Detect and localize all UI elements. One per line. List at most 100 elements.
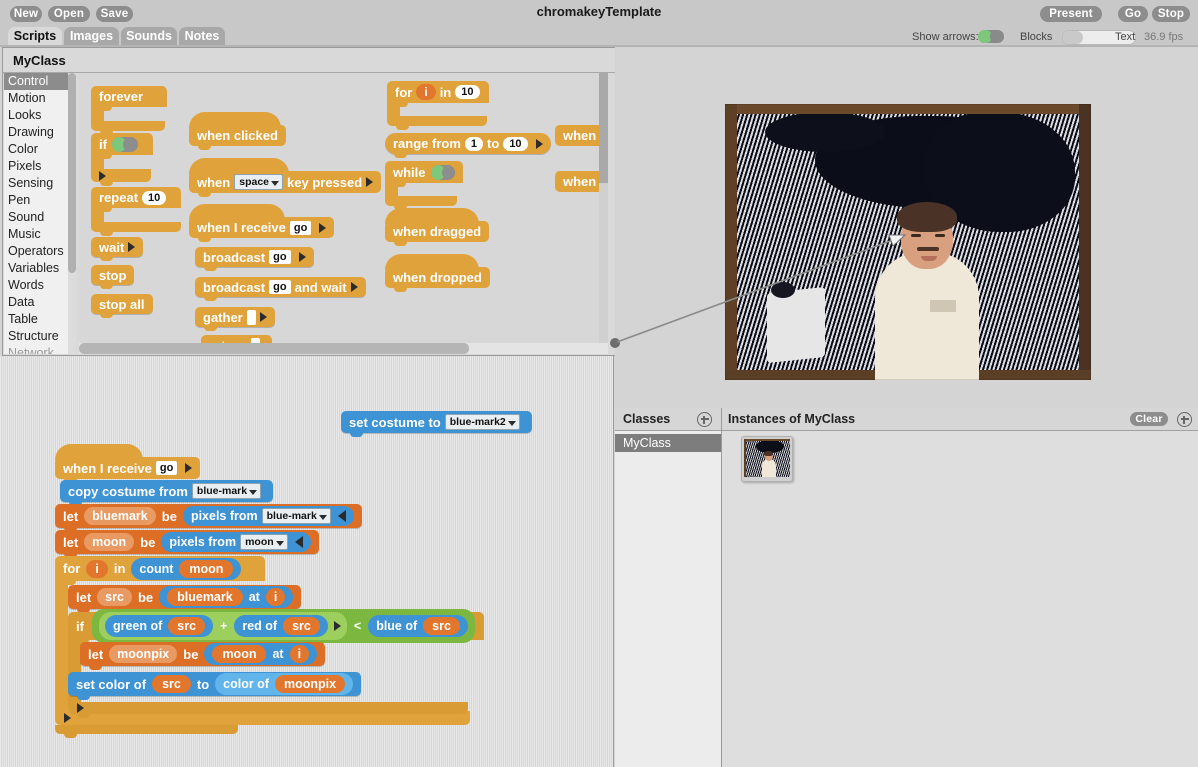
block-palette[interactable]: forever if repeat 10 wait stop stop all … [79,73,608,354]
category-data[interactable]: Data [4,294,76,311]
reporter-source[interactable]: bluemark [167,588,243,606]
variable-name[interactable]: bluemark [84,507,156,525]
category-list[interactable]: Control Motion Looks Drawing Color Pixel… [4,73,76,354]
reporter-index[interactable]: i [265,588,286,606]
stage-area[interactable] [615,47,1198,408]
show-arrows-toggle[interactable] [978,30,1004,43]
category-sound[interactable]: Sound [4,209,76,226]
collapse-arrow-icon[interactable] [294,536,303,548]
tab-images[interactable]: Images [64,27,119,46]
plus-circle-icon[interactable] [1177,412,1192,427]
reporter-argument[interactable]: src [423,617,460,635]
input-slot[interactable] [246,309,256,325]
expand-arrow-icon[interactable] [99,171,106,181]
category-scrollbar[interactable] [68,73,76,354]
operator-plus[interactable]: green of src + red of src [98,612,347,640]
category-control[interactable]: Control [4,73,76,90]
palette-block-stop[interactable]: stop [91,265,135,289]
message-field[interactable]: go [289,220,312,235]
expand-arrow-icon[interactable] [350,282,358,292]
reporter-green-of[interactable]: green of src [104,615,214,637]
reporter-argument[interactable]: moon [179,559,234,578]
script-hat-when-i-receive[interactable]: when I receive go [55,444,201,483]
message-field[interactable]: go [269,280,291,294]
palette-block-when-i-receive[interactable]: when I receive go [189,204,335,242]
palette-horizontal-scrollbar[interactable] [79,343,608,354]
script-block-copy-costume[interactable]: copy costume from blue-mark [60,480,274,506]
variable-name[interactable]: moon [84,533,135,551]
tab-notes[interactable]: Notes [179,27,225,46]
script-block-let-moon[interactable]: let moon be pixels from moon [55,530,319,558]
tab-sounds[interactable]: Sounds [121,27,177,46]
reporter-at[interactable]: moon at i [204,643,318,665]
palette-block-range-from[interactable]: range from 1 to 10 [385,133,551,158]
reporter-at[interactable]: bluemark at i [159,586,294,608]
loop-count-field[interactable]: 10 [455,85,480,99]
source-dropdown[interactable]: blue-mark [261,508,331,524]
script-workspace[interactable]: set costume to blue-mark2 when I receive… [0,356,614,767]
boolean-slot[interactable] [430,164,455,180]
plus-circle-icon[interactable] [697,412,712,427]
go-button[interactable]: Go [1118,6,1148,22]
category-color[interactable]: Color [4,141,76,158]
category-sensing[interactable]: Sensing [4,175,76,192]
range-end-field[interactable]: 10 [503,136,528,151]
stage-image[interactable] [725,104,1091,380]
clear-button[interactable]: Clear [1130,412,1168,426]
stop-button[interactable]: Stop [1152,6,1190,22]
boolean-slot[interactable] [111,136,138,152]
palette-block-when-clicked[interactable]: when clicked [189,112,286,150]
category-motion[interactable]: Motion [4,90,76,107]
tab-scripts[interactable]: Scripts [8,27,62,46]
range-start-field[interactable]: 1 [464,136,484,151]
variable-name[interactable]: moonpix [109,645,178,663]
script-block-set-color[interactable]: set color of src to color of moonpix [68,672,362,700]
target-argument[interactable]: src [152,675,191,693]
category-variables[interactable]: Variables [4,260,76,277]
workspace-block-set-costume[interactable]: set costume to blue-mark2 [341,411,532,437]
costume-dropdown[interactable]: blue-mark [191,483,262,499]
palette-block-wait[interactable]: wait [91,237,144,261]
palette-block-when-dropped[interactable]: when dropped [385,254,490,292]
palette-block-stop-all[interactable]: stop all [91,294,153,318]
slider-knob[interactable] [1063,31,1083,44]
palette-block-broadcast-and-wait[interactable]: broadcast go and wait [195,277,366,301]
scrollbar-thumb[interactable] [68,73,76,273]
category-table[interactable]: Table [4,311,76,328]
palette-block-when-dragged[interactable]: when dragged [385,208,490,246]
palette-vertical-scrollbar[interactable] [599,73,608,354]
palette-block-broadcast[interactable]: broadcast go [195,247,314,271]
category-pen[interactable]: Pen [4,192,76,209]
reporter-pixels-from[interactable]: pixels from blue-mark [182,506,354,526]
reporter-pixels-from[interactable]: pixels from moon [161,532,311,552]
message-field[interactable]: go [269,250,291,264]
expand-arrow-icon[interactable] [319,222,327,233]
reporter-source[interactable]: moon [212,645,267,663]
message-field[interactable]: go [155,461,178,475]
category-looks[interactable]: Looks [4,107,76,124]
category-drawing[interactable]: Drawing [4,124,76,141]
scrollbar-thumb[interactable] [79,343,469,354]
category-words[interactable]: Words [4,277,76,294]
scrollbar-thumb[interactable] [599,73,608,183]
reporter-count[interactable]: count moon [131,557,242,580]
reporter-argument[interactable]: src [168,617,206,635]
reporter-argument[interactable]: src [283,617,320,635]
reporter-red-of[interactable]: red of src [234,615,328,637]
key-dropdown[interactable]: space [234,174,284,190]
expand-arrow-icon[interactable] [185,463,193,473]
class-list-item-myclass[interactable]: MyClass [615,434,721,452]
category-pixels[interactable]: Pixels [4,158,76,175]
script-block-let-moonpix[interactable]: let moonpix be moon at i [80,642,326,670]
palette-block-when-key-pressed[interactable]: when space key pressed [189,158,382,197]
expand-arrow-icon[interactable] [77,703,84,713]
operator-less-than[interactable]: green of src + red of src < blue of src [91,609,475,643]
reporter-blue-of[interactable]: blue of src [368,615,468,637]
loop-variable[interactable]: i [86,559,108,578]
expand-arrow-icon[interactable] [64,713,71,723]
expand-arrow-icon[interactable] [333,621,341,631]
expand-arrow-icon[interactable] [298,252,306,262]
expand-arrow-icon[interactable] [366,177,374,187]
expand-arrow-icon[interactable] [535,138,543,149]
loop-variable[interactable]: i [416,84,436,100]
